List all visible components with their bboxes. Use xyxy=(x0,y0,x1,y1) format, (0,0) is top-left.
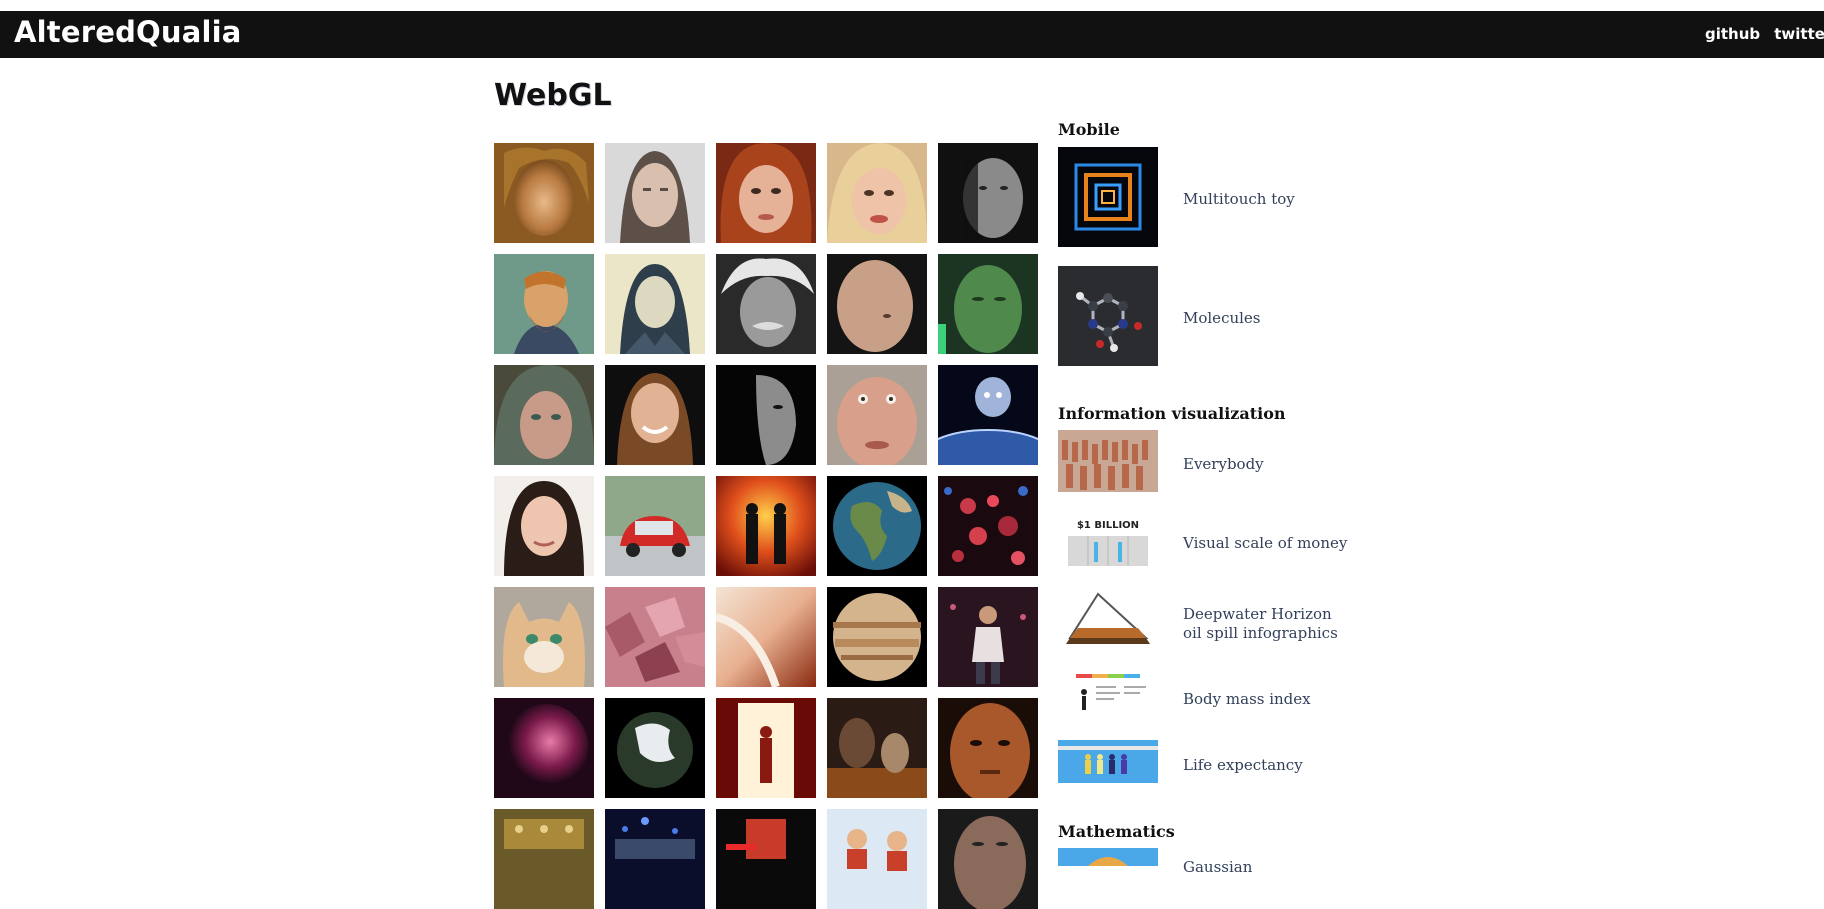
top-nav: github twitter e xyxy=(1705,24,1824,43)
brand-logo-link[interactable]: AlteredQualia xyxy=(14,15,242,49)
link-deepwater-horizon[interactable]: Deepwater Horizon oil spill infographics xyxy=(1183,605,1338,643)
gallery-thumb-redhead-face[interactable] xyxy=(716,143,816,243)
thumb-gaussian[interactable] xyxy=(1058,848,1158,866)
nav-link-github[interactable]: github xyxy=(1705,25,1760,43)
thumb-visual-scale-of-money[interactable]: $1 BILLION xyxy=(1058,512,1158,574)
gallery-thumb-dark-face[interactable] xyxy=(938,809,1038,909)
gallery-thumb-purple-sphere[interactable] xyxy=(494,698,594,798)
gallery-thumb-shadow-face[interactable] xyxy=(716,365,816,465)
page-title: WebGL xyxy=(494,78,612,113)
section-title-mobile: Mobile xyxy=(1058,120,1120,139)
gallery-thumb-dark-hair-woman[interactable] xyxy=(494,476,594,576)
thumb-molecules[interactable] xyxy=(1058,266,1158,366)
section-title-mathematics: Mathematics xyxy=(1058,822,1175,841)
link-everybody[interactable]: Everybody xyxy=(1183,455,1264,474)
thumb-body-mass-index[interactable] xyxy=(1058,670,1158,718)
gallery-thumb-crowd-scene[interactable] xyxy=(605,809,705,909)
thumb-everybody[interactable] xyxy=(1058,430,1158,492)
gallery-thumb-rock-texture[interactable] xyxy=(716,587,816,687)
gallery-thumb-ogre-scene[interactable] xyxy=(827,698,927,798)
sidebar: Mobile Multitouch toy Molecules Informat… xyxy=(1058,0,1378,876)
link-visual-scale-of-money[interactable]: Visual scale of money xyxy=(1183,534,1347,553)
gallery-thumb-einstein-portrait[interactable] xyxy=(716,254,816,354)
gallery-thumb-blue-head-earth[interactable] xyxy=(938,365,1038,465)
thumb-multitouch-toy[interactable] xyxy=(1058,147,1158,247)
money-thumb-label: $1 BILLION xyxy=(1077,520,1139,531)
link-molecules[interactable]: Molecules xyxy=(1183,309,1261,328)
gallery-thumb-sketch-portrait[interactable] xyxy=(605,254,705,354)
gallery-thumb-dark-earth[interactable] xyxy=(605,698,705,798)
gallery-thumb-jupiter[interactable] xyxy=(827,587,927,687)
section-title-information-visualization: Information visualization xyxy=(1058,404,1286,423)
gallery-thumb-light-door-figure[interactable] xyxy=(716,698,816,798)
link-deepwater-horizon-line2: oil spill infographics xyxy=(1183,624,1338,642)
gallery-thumb-renaissance-face[interactable] xyxy=(494,143,594,243)
gallery-thumb-earth-globe[interactable] xyxy=(827,476,927,576)
link-body-mass-index[interactable]: Body mass index xyxy=(1183,690,1311,709)
link-life-expectancy[interactable]: Life expectancy xyxy=(1183,756,1303,775)
gallery-thumb-van-gogh-portrait[interactable] xyxy=(494,254,594,354)
gallery-thumb-surprised-face[interactable] xyxy=(827,365,927,465)
link-gaussian[interactable]: Gaussian xyxy=(1183,858,1252,877)
gallery-thumb-fire-silhouettes[interactable] xyxy=(716,476,816,576)
gallery-thumb-fluffy-cat[interactable] xyxy=(494,587,594,687)
top-bar: AlteredQualia github twitter e xyxy=(0,11,1824,58)
gallery-thumb-blonde-face[interactable] xyxy=(827,143,927,243)
gallery-thumb-teal-hair-face[interactable] xyxy=(494,365,594,465)
gallery-thumb-red-car[interactable] xyxy=(605,476,705,576)
gallery-thumb-green-face[interactable] xyxy=(938,254,1038,354)
gallery-thumb-bald-head[interactable] xyxy=(827,254,927,354)
gallery-thumb-red-spheres[interactable] xyxy=(938,476,1038,576)
gallery-thumb-red-robot[interactable] xyxy=(716,809,816,909)
thumb-deepwater-horizon[interactable] xyxy=(1058,590,1158,652)
gallery-thumb-building-scene[interactable] xyxy=(494,809,594,909)
gallery-thumb-dancing-man[interactable] xyxy=(938,587,1038,687)
gallery-thumb-pink-geometry[interactable] xyxy=(605,587,705,687)
link-deepwater-horizon-line1: Deepwater Horizon xyxy=(1183,605,1332,623)
link-multitouch-toy[interactable]: Multitouch toy xyxy=(1183,190,1295,209)
gallery-thumb-dark-male-face[interactable] xyxy=(938,143,1038,243)
gallery-thumb-cartoon-characters[interactable] xyxy=(827,809,927,909)
thumb-life-expectancy[interactable] xyxy=(1058,740,1158,783)
gallery-thumb-smiling-woman[interactable] xyxy=(605,365,705,465)
gallery-thumb-cyborg-face[interactable] xyxy=(938,698,1038,798)
nav-link-twitter[interactable]: twitter xyxy=(1774,25,1824,43)
gallery-thumb-gray-portrait-face[interactable] xyxy=(605,143,705,243)
